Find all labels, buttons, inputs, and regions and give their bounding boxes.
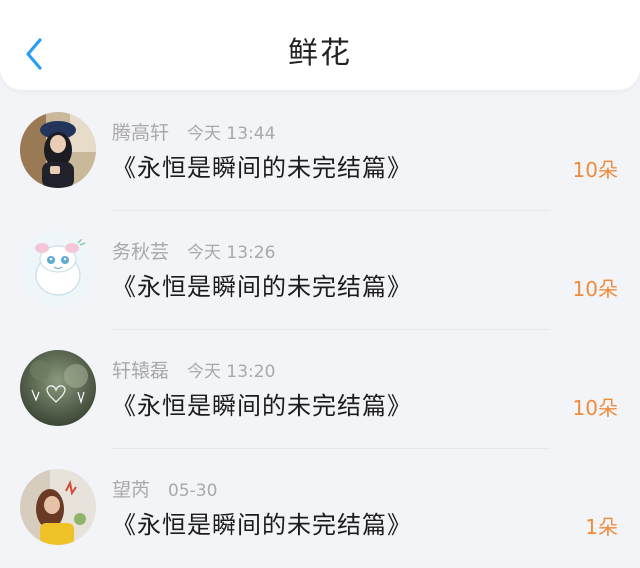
work-title[interactable]: 《永恒是瞬间的未完结篇》 [112, 505, 412, 540]
item-meta: 望芮 05-30 [112, 475, 217, 502]
flower-count: 10朵 [572, 277, 618, 301]
flower-list: 腾高轩 今天 13:44 《永恒是瞬间的未完结篇》 10朵 务秋芸 今天 13:… [0, 92, 640, 568]
header-bar: 鲜花 [0, 0, 640, 90]
item-meta: 务秋芸 今天 13:26 [112, 237, 275, 264]
timestamp: 05-30 [168, 481, 218, 501]
app: 鲜花 腾高轩 今天 13:44 《永恒是瞬间的未完结篇》 10朵 务秋芸 今天 … [0, 0, 640, 568]
avatar[interactable] [20, 112, 96, 188]
timestamp: 今天 13:44 [187, 124, 276, 144]
sender-name: 腾高轩 [112, 122, 170, 144]
work-title[interactable]: 《永恒是瞬间的未完结篇》 [112, 267, 412, 302]
flower-count: 1朵 [585, 515, 618, 539]
flower-count: 10朵 [572, 158, 618, 182]
work-title[interactable]: 《永恒是瞬间的未完结篇》 [112, 148, 412, 183]
timestamp: 今天 13:20 [187, 362, 276, 382]
item-meta: 腾高轩 今天 13:44 [112, 118, 275, 145]
list-item[interactable]: 务秋芸 今天 13:26 《永恒是瞬间的未完结篇》 10朵 [0, 211, 640, 330]
list-item[interactable]: 望芮 05-30 《永恒是瞬间的未完结篇》 1朵 [0, 449, 640, 568]
sender-name: 望芮 [112, 479, 151, 501]
sender-name: 轩辕磊 [112, 360, 170, 382]
page-title: 鲜花 [288, 36, 352, 71]
list-item[interactable]: 轩辕磊 今天 13:20 《永恒是瞬间的未完结篇》 10朵 [0, 330, 640, 449]
avatar[interactable] [20, 231, 96, 307]
sender-name: 务秋芸 [112, 241, 170, 263]
list-item[interactable]: 腾高轩 今天 13:44 《永恒是瞬间的未完结篇》 10朵 [0, 92, 640, 211]
timestamp: 今天 13:26 [187, 243, 276, 263]
avatar[interactable] [20, 350, 96, 426]
avatar[interactable] [20, 469, 96, 545]
flower-count: 10朵 [572, 396, 618, 420]
item-meta: 轩辕磊 今天 13:20 [112, 356, 275, 383]
work-title[interactable]: 《永恒是瞬间的未完结篇》 [112, 386, 412, 421]
